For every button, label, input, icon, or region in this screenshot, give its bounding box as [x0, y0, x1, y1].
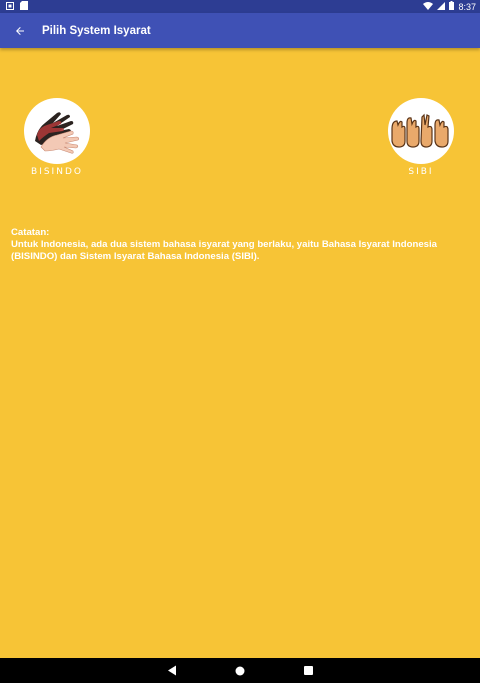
nav-back-button[interactable]: [165, 664, 179, 678]
content-area: BISINDO SIBI Catatan: Untuk Indonesia, a…: [0, 48, 480, 658]
bisindo-label: BISINDO: [31, 167, 83, 177]
note-heading: Catatan:: [11, 227, 50, 238]
note-body: Untuk Indonesia, ada dua sistem bahasa i…: [11, 239, 438, 262]
sibi-image: [388, 98, 454, 164]
hands-sign-icon: [35, 112, 80, 154]
sibi-option[interactable]: SIBI: [386, 98, 456, 177]
home-circle-icon: [235, 666, 245, 675]
note-text: Catatan: Untuk Indonesia, ada dua sistem…: [11, 227, 471, 263]
notification-icon: [6, 1, 14, 12]
sibi-label: SIBI: [408, 167, 434, 177]
recents-square-icon: [303, 666, 313, 675]
app-bar: Pilih System Isyarat: [0, 13, 480, 48]
signal-icon: [437, 1, 446, 12]
wifi-icon: [423, 1, 434, 12]
nav-recents-button[interactable]: [301, 664, 315, 678]
back-button[interactable]: [5, 16, 35, 46]
status-time: 8:37: [458, 1, 476, 12]
arrow-back-icon: [16, 26, 24, 35]
navigation-bar: [0, 658, 480, 683]
fingerspelling-icon: [391, 113, 449, 148]
nav-home-button[interactable]: [233, 664, 247, 678]
battery-icon: [449, 1, 455, 12]
page-title: Pilih System Isyarat: [42, 24, 151, 37]
sd-card-icon: [20, 1, 28, 12]
bisindo-option[interactable]: BISINDO: [22, 98, 92, 177]
status-bar: 8:37: [0, 0, 480, 13]
bisindo-image: [24, 98, 90, 164]
back-triangle-icon: [168, 665, 176, 676]
